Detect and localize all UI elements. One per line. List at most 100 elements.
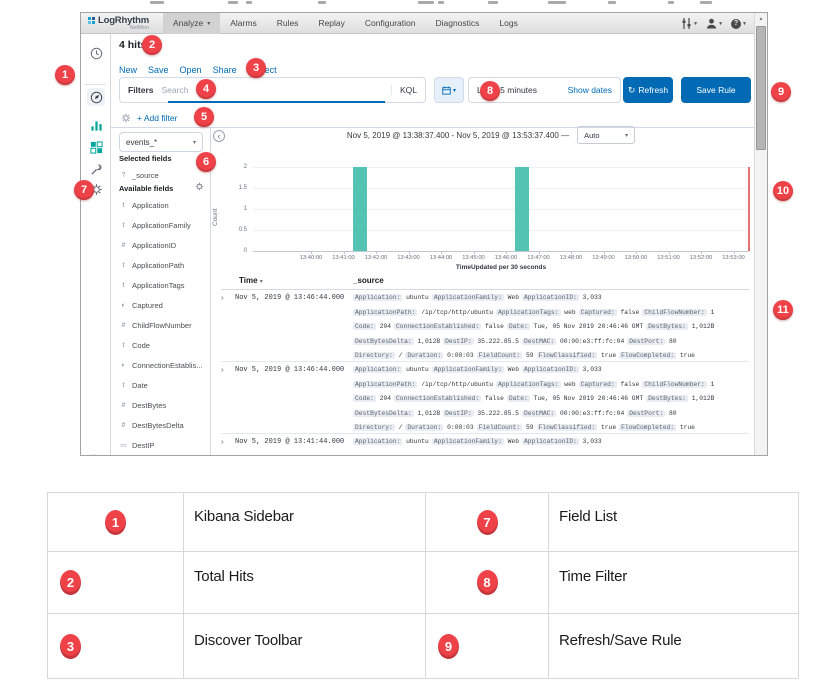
user-icon[interactable]: ▼ bbox=[706, 18, 723, 29]
field-key: Application: bbox=[353, 438, 402, 445]
expand-row-icon[interactable]: › bbox=[221, 293, 235, 303]
scrollbar-thumb[interactable] bbox=[756, 26, 766, 150]
add-filter-link[interactable]: + Add filter bbox=[137, 113, 177, 123]
index-pattern-caret-icon: ▾ bbox=[193, 139, 196, 146]
nav-item-rules[interactable]: Rules bbox=[267, 13, 309, 34]
source-column-header: _source bbox=[353, 276, 384, 285]
nav-item-analyze[interactable]: Analyze▾ bbox=[163, 13, 220, 34]
top-nav-items: Analyze▾Alarms Rules Replay Configuration Di… bbox=[163, 13, 528, 34]
field-key: DestIP: bbox=[443, 410, 473, 417]
calendar-caret-icon: ▾ bbox=[453, 87, 456, 94]
histogram-bar[interactable] bbox=[353, 167, 367, 251]
field-list-item[interactable]: #DestBytes bbox=[119, 396, 208, 414]
field-value: 59 bbox=[526, 424, 534, 431]
dashboard-icon[interactable] bbox=[87, 138, 105, 156]
field-list-item[interactable]: tApplicationFamily bbox=[119, 216, 208, 234]
field-key: DestBytes: bbox=[646, 323, 688, 330]
show-dates-link[interactable]: Show dates bbox=[568, 85, 612, 95]
filter-settings-gear-icon[interactable] bbox=[121, 113, 131, 123]
scroll-up-arrow-icon[interactable]: ▲ bbox=[755, 13, 767, 25]
doc-timestamp: Nov 5, 2019 @ 13:41:44.000 bbox=[235, 437, 353, 447]
kql-button[interactable]: KQL bbox=[391, 85, 425, 95]
field-key: ApplicationFamily: bbox=[432, 366, 504, 373]
help-icon[interactable]: ? ▼ bbox=[731, 19, 747, 29]
x-tick-label: 13:45:00 bbox=[462, 255, 485, 261]
filters-button[interactable]: Filters bbox=[120, 85, 162, 95]
field-key: ConnectionEstablished: bbox=[394, 323, 481, 330]
dev-tools-wrench-icon[interactable] bbox=[87, 160, 105, 178]
toolbar-link-new[interactable]: New bbox=[119, 65, 137, 75]
nav-item-logs[interactable]: Logs bbox=[489, 13, 527, 34]
field-key: FieldCount: bbox=[477, 424, 523, 431]
toolbar-link-share[interactable]: Share bbox=[213, 65, 237, 75]
field-list-item[interactable]: #DestBytesDelta bbox=[119, 416, 208, 434]
field-list-item[interactable]: ◐ConnectionEstablis... bbox=[119, 356, 208, 374]
nav-item-configuration[interactable]: Configuration bbox=[355, 13, 426, 34]
field-value: ubuntu bbox=[406, 366, 429, 373]
time-picker-calendar-button[interactable]: ▾ bbox=[434, 77, 464, 103]
refresh-button[interactable]: ↻ Refresh bbox=[623, 77, 673, 103]
nav-item-diagnostics[interactable]: Diagnostics bbox=[425, 13, 489, 34]
legend-badge-1: 1 bbox=[105, 510, 126, 535]
field-list-item[interactable]: tApplicationTags bbox=[119, 276, 208, 294]
recent-clock-icon[interactable] bbox=[87, 44, 105, 62]
discover-compass-icon[interactable] bbox=[87, 88, 105, 106]
scrollbar[interactable]: ▲ bbox=[754, 13, 767, 455]
field-key: Directory: bbox=[353, 352, 395, 359]
doc-timestamp: Nov 5, 2019 @ 13:46:44.000 bbox=[235, 293, 353, 303]
field-list-item[interactable]: tDate bbox=[119, 376, 208, 394]
field-list-item[interactable]: tApplication bbox=[119, 196, 208, 214]
field-value: false bbox=[485, 323, 504, 330]
legend-label: Field List bbox=[559, 508, 617, 525]
save-rule-button[interactable]: Save Rule bbox=[681, 77, 751, 103]
field-key: ApplicationID: bbox=[522, 366, 579, 373]
expand-row-icon[interactable]: › bbox=[221, 437, 235, 447]
field-key: DestBytesDelta: bbox=[353, 338, 414, 345]
field-value: Tue, 05 Nov 2019 20:46:46 GMT bbox=[534, 395, 644, 402]
visualize-chart-icon[interactable] bbox=[87, 116, 105, 134]
field-list-item[interactable]: #ChildFlowNumber bbox=[119, 316, 208, 334]
settings-sliders-icon[interactable]: ▼ bbox=[682, 18, 698, 29]
field-name: ApplicationPath bbox=[132, 261, 184, 270]
histogram-bar[interactable] bbox=[515, 167, 529, 251]
field-list-item[interactable]: tCode bbox=[119, 336, 208, 354]
field-list-item[interactable]: #ApplicationID bbox=[119, 236, 208, 254]
legend-label-cell: Time Filter bbox=[549, 552, 798, 614]
field-value: false bbox=[620, 381, 639, 388]
nav-item-label: Configuration bbox=[365, 18, 416, 28]
netmon-app-screenshot: LogRhythm NetMon Analyze▾AlarmsRulesRepl… bbox=[80, 12, 768, 456]
field-value: / bbox=[399, 352, 403, 359]
toolbar-link-save[interactable]: Save bbox=[148, 65, 169, 75]
time-column-header[interactable]: Time ▾ bbox=[239, 276, 263, 285]
time-range-end-line bbox=[748, 167, 750, 251]
index-pattern-select[interactable]: events_* ▾ bbox=[119, 132, 203, 152]
legend-badge-cell: 7 bbox=[426, 493, 549, 552]
toolbar-link-open[interactable]: Open bbox=[180, 65, 202, 75]
field-value: 204 bbox=[380, 395, 391, 402]
search-input[interactable]: Filters Search KQL bbox=[119, 77, 426, 103]
nav-item-alarms[interactable]: Alarms bbox=[220, 13, 266, 34]
nav-item-label: Rules bbox=[277, 18, 299, 28]
axis-tick bbox=[734, 251, 735, 254]
legend-badge-9: 9 bbox=[438, 634, 459, 659]
field-key: ApplicationTags: bbox=[496, 381, 560, 388]
field-key: ApplicationPath: bbox=[353, 381, 417, 388]
field-list-item[interactable]: ◐Captured bbox=[119, 296, 208, 314]
interval-select[interactable]: Auto ▾ bbox=[577, 126, 635, 144]
field-type-icon: ? bbox=[119, 172, 128, 179]
nav-item-replay[interactable]: Replay bbox=[308, 13, 354, 34]
callout-marker-8: 8 bbox=[480, 81, 500, 101]
expand-row-icon[interactable]: › bbox=[221, 365, 235, 375]
field-key: DestPort: bbox=[627, 338, 665, 345]
field-value: 35.222.85.5 bbox=[477, 410, 519, 417]
field-name: _source bbox=[132, 171, 159, 180]
field-list-item[interactable]: ▭DestIP bbox=[119, 436, 208, 454]
doc-timestamp: Nov 5, 2019 @ 13:46:44.000 bbox=[235, 365, 353, 375]
collapse-nav-icon[interactable] bbox=[87, 449, 105, 456]
collapse-field-list-button[interactable]: ‹ bbox=[213, 130, 225, 142]
field-value: Web bbox=[508, 438, 519, 445]
available-fields-gear-icon[interactable] bbox=[195, 182, 204, 191]
field-key: ApplicationID: bbox=[522, 438, 579, 445]
doc-source-line: Directory: /Duration: 0:00:03FieldCount:… bbox=[353, 351, 751, 361]
field-list-item[interactable]: tApplicationPath bbox=[119, 256, 208, 274]
